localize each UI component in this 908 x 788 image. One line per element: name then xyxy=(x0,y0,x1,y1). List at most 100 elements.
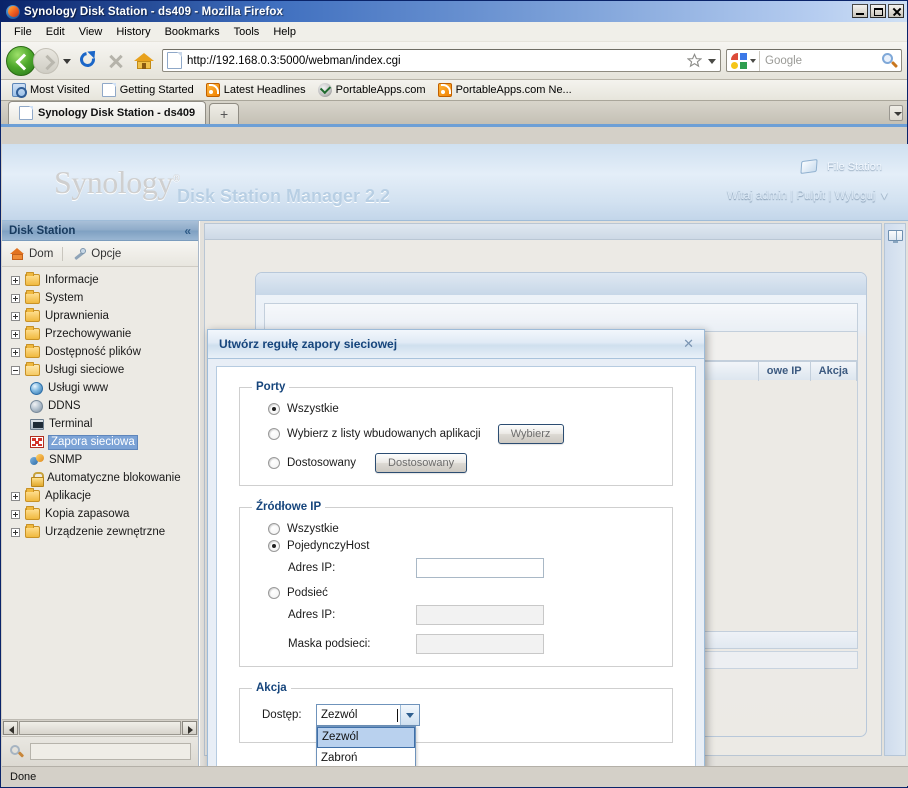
chevron-down-icon[interactable] xyxy=(400,705,419,725)
status-bar: Done xyxy=(2,766,908,786)
bookmark-portableapps-news[interactable]: PortableApps.com Ne... xyxy=(433,82,577,98)
ports-option-all[interactable]: Wszystkie xyxy=(252,403,660,415)
tree-item-automatyczne-blokowanie[interactable]: Automatyczne blokowanie xyxy=(2,469,198,487)
bookmark-most-visited[interactable]: Most Visited xyxy=(7,82,95,98)
tree-item-system[interactable]: System xyxy=(2,289,198,307)
tree-item-ddns[interactable]: DDNS xyxy=(2,397,198,415)
search-input[interactable]: Google xyxy=(760,55,879,67)
tab-list-dropdown-icon[interactable] xyxy=(889,105,903,121)
radio-ports-all[interactable] xyxy=(268,403,280,415)
menu-edit[interactable]: Edit xyxy=(39,24,72,40)
bookmark-label: Getting Started xyxy=(119,84,194,96)
search-icon[interactable] xyxy=(879,51,901,71)
select-applications-button[interactable]: Wybierz xyxy=(497,424,564,444)
sidebar-options-button[interactable]: Opcje xyxy=(72,247,121,261)
file-station-link[interactable]: File Station xyxy=(800,158,882,176)
maximize-button[interactable] xyxy=(870,4,886,18)
close-window-button[interactable] xyxy=(888,4,904,18)
menu-history[interactable]: History xyxy=(109,24,157,40)
expand-icon[interactable] xyxy=(11,311,20,321)
radio-source-single-host[interactable] xyxy=(268,540,280,552)
collapse-icon[interactable] xyxy=(11,365,20,375)
customize-ports-button[interactable]: Dostosowany xyxy=(375,453,468,473)
tree-item-kopia-zapasowa[interactable]: Kopia zapasowa xyxy=(2,505,198,523)
text-cursor xyxy=(397,708,398,722)
new-tab-button[interactable]: + xyxy=(209,103,240,124)
tree-item-przechowywanie[interactable]: Przechowywanie xyxy=(2,325,198,343)
dropdown-option-allow[interactable]: Zezwól xyxy=(317,727,415,748)
stop-icon[interactable] xyxy=(103,48,129,74)
expand-icon[interactable] xyxy=(11,491,20,501)
source-ip-option-all[interactable]: Wszystkie xyxy=(252,523,660,535)
bookmark-portableapps[interactable]: PortableApps.com xyxy=(313,82,431,98)
radio-ports-builtin[interactable] xyxy=(268,428,280,440)
reload-icon[interactable] xyxy=(75,46,101,74)
dropdown-option-deny[interactable]: Zabroń xyxy=(317,748,415,766)
bookmark-star-icon[interactable] xyxy=(685,51,705,71)
expand-icon[interactable] xyxy=(11,329,20,339)
menu-bookmarks[interactable]: Bookmarks xyxy=(158,24,227,40)
tree-item-aplikacje[interactable]: Aplikacje xyxy=(2,487,198,505)
host-ip-input[interactable] xyxy=(416,558,544,578)
access-dropdown-list[interactable]: Zezwól Zabroń xyxy=(316,726,416,766)
close-icon[interactable]: ✕ xyxy=(683,336,694,352)
search-engine-dropdown-icon[interactable] xyxy=(749,50,760,71)
radio-ports-custom[interactable] xyxy=(268,457,280,469)
scroll-right-icon[interactable] xyxy=(182,720,197,735)
bookmark-latest-headlines[interactable]: Latest Headlines xyxy=(201,82,311,98)
synology-logo: Synology® xyxy=(54,164,180,201)
menu-view[interactable]: View xyxy=(72,24,110,40)
minimize-button[interactable] xyxy=(852,4,868,18)
folder-icon xyxy=(25,344,40,358)
radio-source-subnet[interactable] xyxy=(268,587,280,599)
collapse-sidebar-icon[interactable]: « xyxy=(184,224,191,238)
expand-icon[interactable] xyxy=(11,527,20,537)
user-menu[interactable]: Witaj admin | Pulpit | Wyloguj ▼ xyxy=(727,190,890,202)
tab-synology-disk-station[interactable]: Synology Disk Station - ds409 xyxy=(8,101,207,124)
scroll-left-icon[interactable] xyxy=(3,720,18,735)
ports-option-custom[interactable]: Dostosowany Dostosowany xyxy=(252,453,660,473)
source-ip-option-single-host[interactable]: PojedynczyHost xyxy=(252,540,660,552)
ports-option-builtin[interactable]: Wybierz z listy wbudowanych aplikacji Wy… xyxy=(252,424,660,444)
expand-icon[interactable] xyxy=(11,509,20,519)
menu-help[interactable]: Help xyxy=(266,24,303,40)
expand-icon[interactable] xyxy=(11,293,20,303)
menu-tools[interactable]: Tools xyxy=(227,24,267,40)
rss-icon xyxy=(205,83,220,97)
tree-item-zapora-sieciowa[interactable]: Zapora sieciowa xyxy=(2,433,198,451)
tree-item-uslugi-www[interactable]: Usługi www xyxy=(2,379,198,397)
forward-button[interactable] xyxy=(33,47,59,74)
access-select[interactable]: Zezwól xyxy=(316,704,420,726)
column-action[interactable]: Akcja xyxy=(811,361,857,381)
sidebar-home-button[interactable]: Dom xyxy=(10,247,53,261)
home-label: Dom xyxy=(29,247,54,260)
window-buttons xyxy=(852,4,904,18)
column-source-ip[interactable]: owe IP xyxy=(759,361,811,381)
tree-item-snmp[interactable]: SNMP xyxy=(2,451,198,469)
radio-source-all[interactable] xyxy=(268,523,280,535)
dialog-titlebar[interactable]: Utwórz regułę zapory sieciowej ✕ xyxy=(208,330,704,359)
tree-item-terminal[interactable]: Terminal xyxy=(2,415,198,433)
tree-item-uprawnienia[interactable]: Uprawnienia xyxy=(2,307,198,325)
subnet-mask-input[interactable] xyxy=(416,634,544,654)
bookmark-getting-started[interactable]: Getting Started xyxy=(97,82,199,98)
history-dropdown-icon[interactable] xyxy=(61,51,73,71)
menu-file[interactable]: File xyxy=(7,24,39,40)
sidebar-horizontal-scrollbar[interactable] xyxy=(2,719,198,735)
tree-item-uslugi-sieciowe[interactable]: Usługi sieciowe xyxy=(2,361,198,379)
sidebar-search-input[interactable] xyxy=(30,743,191,760)
tree-item-informacje[interactable]: Informacje xyxy=(2,271,198,289)
tree-item-urzadzenie-zewnetrzne[interactable]: Urządzenie zewnętrzne xyxy=(2,523,198,541)
address-bar[interactable]: http://192.168.0.3:5000/webman/index.cgi xyxy=(162,49,721,72)
subnet-ip-input[interactable] xyxy=(416,605,544,625)
scrollbar-thumb[interactable] xyxy=(19,720,181,735)
expand-icon[interactable] xyxy=(11,275,20,285)
expand-icon[interactable] xyxy=(11,347,20,357)
home-icon[interactable] xyxy=(131,48,157,74)
url-dropdown-icon[interactable] xyxy=(705,51,719,71)
source-ip-option-subnet[interactable]: Podsieć xyxy=(252,587,660,599)
book-icon[interactable] xyxy=(888,230,903,243)
tree-item-dostepnosc-plikow[interactable]: Dostępność plików xyxy=(2,343,198,361)
back-button[interactable] xyxy=(6,45,36,76)
search-bar[interactable]: Google xyxy=(726,49,902,72)
